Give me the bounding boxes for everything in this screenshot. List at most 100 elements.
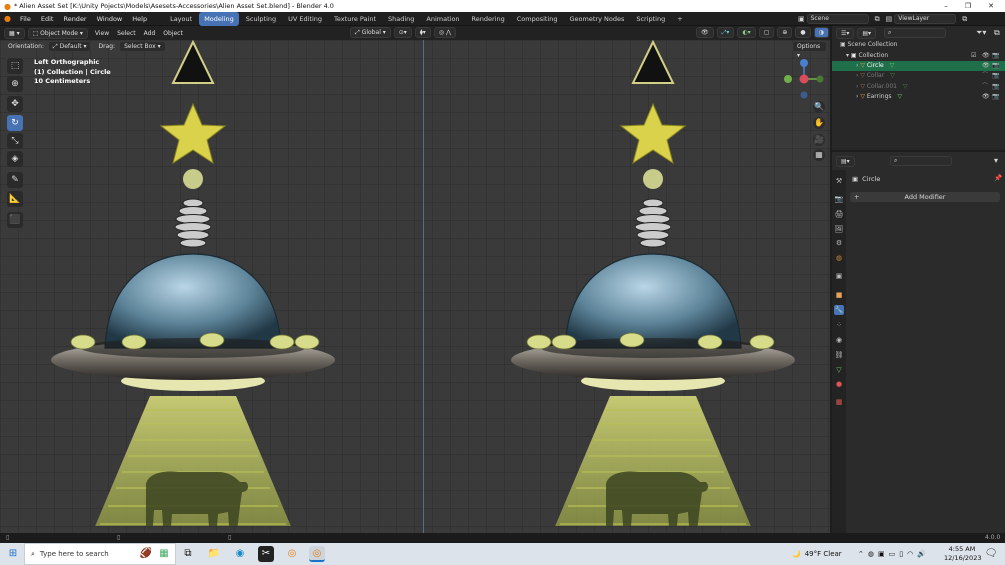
tray-monitor-icon[interactable]: ▭ <box>889 550 896 558</box>
menu-select[interactable]: Select <box>113 28 140 39</box>
menu-render[interactable]: Render <box>58 12 91 26</box>
gizmo-neg-z-axis[interactable] <box>800 91 808 99</box>
ufo-model-right[interactable] <box>510 40 800 526</box>
close-button[interactable]: ✕ <box>980 0 1002 12</box>
shading-material-icon[interactable]: ◑ <box>813 27 829 38</box>
collection-tab-icon[interactable]: ▣ <box>834 271 844 281</box>
menu-file[interactable]: File <box>15 12 36 26</box>
tab-sculpting[interactable]: Sculpting <box>241 12 281 26</box>
minimize-button[interactable]: – <box>935 0 957 12</box>
collection-visibility-icon[interactable]: 👁 <box>982 51 990 61</box>
particles-tab-icon[interactable]: ⁘ <box>834 320 844 330</box>
scene-tab-icon[interactable]: ⚙ <box>834 238 844 248</box>
snap-toggle-icon[interactable]: ⧫▾ <box>414 27 431 38</box>
object-render-icon[interactable]: 📷 <box>992 92 999 102</box>
tray-device-icon[interactable]: ▣ <box>878 550 885 558</box>
tab-animation[interactable]: Animation <box>421 12 464 26</box>
tab-rendering[interactable]: Rendering <box>467 12 510 26</box>
object-hidden-icon[interactable]: ⌒ <box>982 82 988 92</box>
widgets-icon[interactable]: ▦ <box>156 546 172 562</box>
proportional-edit-icon[interactable]: ◎ ⋀ <box>433 27 456 38</box>
modifier-tab-icon[interactable]: 🔧 <box>834 305 844 315</box>
xray-toggle-icon[interactable]: ▢ <box>758 27 775 38</box>
shading-solid-icon[interactable]: ● <box>795 27 811 38</box>
outliner-object-row-collar[interactable]: › ▽ Collar ▽ ⌒ 📷 <box>832 71 1005 81</box>
outliner-object-row-earrings[interactable]: › ▽ Earrings ▽ 👁 📷 <box>832 92 1005 102</box>
file-explorer-icon[interactable]: 📁 <box>206 546 222 562</box>
object-tab-icon[interactable]: ■ <box>834 290 844 300</box>
output-tab-icon[interactable]: 🖨 <box>834 209 844 219</box>
tab-texture-paint[interactable]: Texture Paint <box>329 12 381 26</box>
visibility-filter-icon[interactable]: 👁▾ <box>696 27 714 45</box>
3d-viewport[interactable]: Left Orthographic (1) Collection | Circl… <box>0 40 830 533</box>
material-tab-icon[interactable]: ● <box>834 379 844 389</box>
outliner-editor-type-button[interactable]: ☰▾ <box>836 28 855 39</box>
tab-compositing[interactable]: Compositing <box>512 12 563 26</box>
transform-tool-icon[interactable]: ◈ <box>7 151 23 167</box>
pan-hand-icon[interactable]: ✋ <box>813 117 825 129</box>
menu-object[interactable]: Object <box>159 28 187 39</box>
camera-view-icon[interactable]: 🎥 <box>813 134 825 146</box>
tool-tab-icon[interactable]: ⚒ <box>834 176 844 186</box>
outliner-display-mode-button[interactable]: ▤▾ <box>857 28 877 39</box>
pin-icon[interactable]: 📌 <box>994 174 1002 182</box>
notification-icon[interactable]: 🗨 <box>983 546 999 562</box>
tab-geometry-nodes[interactable]: Geometry Nodes <box>565 12 630 26</box>
object-render-icon[interactable]: 📷 <box>992 61 999 71</box>
editor-type-button[interactable]: ▦ ▾ <box>4 27 25 39</box>
object-render-icon[interactable]: 📷 <box>992 82 999 92</box>
world-tab-icon[interactable]: ◍ <box>834 253 844 263</box>
maximize-button[interactable]: ❐ <box>957 0 979 12</box>
tab-modeling[interactable]: Modeling <box>199 11 239 26</box>
new-scene-icon[interactable]: ⧉ <box>875 15 880 24</box>
render-tab-icon[interactable]: 📷 <box>834 194 844 204</box>
view-layer-tab-icon[interactable]: 🖼 <box>834 224 844 234</box>
outliner-object-row-circle[interactable]: › ▽ Circle ▽ 👁 📷 <box>832 61 1005 71</box>
wifi-icon[interactable]: ◠ <box>907 550 913 558</box>
menu-edit[interactable]: Edit <box>36 12 59 26</box>
measure-tool-icon[interactable]: 📐 <box>7 191 23 207</box>
gizmo-neg-y-axis[interactable] <box>816 75 824 83</box>
properties-options-icon[interactable]: ▾ <box>994 156 998 165</box>
tray-overflow-icon[interactable]: ⌃ <box>858 550 864 558</box>
object-hidden-icon[interactable]: ⌒ <box>982 71 988 81</box>
outliner-scene-collection[interactable]: ▣ Scene Collection <box>832 40 1005 50</box>
blender-menu-icon[interactable]: ● <box>0 14 15 23</box>
ufo-model-left[interactable] <box>50 40 340 526</box>
blender-taskbar-icon[interactable]: ◎ <box>284 546 300 562</box>
rotate-tool-icon[interactable]: ↻ <box>7 115 23 131</box>
texture-tab-icon[interactable]: ▦ <box>834 397 844 407</box>
gizmo-z-axis[interactable] <box>800 59 808 67</box>
windows-start-icon[interactable]: ⊞ <box>5 546 21 562</box>
object-visibility-icon[interactable]: 👁 <box>982 92 990 102</box>
object-render-icon[interactable]: 📷 <box>992 71 999 81</box>
outliner-search-input[interactable]: ⌕ <box>884 28 946 38</box>
perspective-toggle-icon[interactable]: ▦ <box>813 149 825 161</box>
clock[interactable]: 4:55 AM 12/16/2023 <box>944 545 981 563</box>
zoom-icon[interactable]: 🔍 <box>813 101 825 113</box>
add-cube-tool-icon[interactable]: ⬛ <box>7 212 23 228</box>
gizmo-toggle-icon[interactable]: ⤢▾ <box>716 27 735 38</box>
menu-view[interactable]: View <box>91 28 113 39</box>
tab-layout[interactable]: Layout <box>165 12 197 26</box>
annotate-tool-icon[interactable]: ✎ <box>7 172 23 188</box>
app-icon[interactable]: ✂ <box>258 546 274 562</box>
collection-render-icon[interactable]: 📷 <box>992 51 999 61</box>
blender-active-taskbar-icon[interactable]: ◎ <box>309 546 325 562</box>
move-tool-icon[interactable]: ✥ <box>7 96 23 112</box>
tab-scripting[interactable]: Scripting <box>631 12 670 26</box>
menu-add[interactable]: Add <box>140 28 160 39</box>
cursor-tool-icon[interactable]: ⊕ <box>7 76 23 92</box>
pivot-point-button[interactable]: ⊙▾ <box>393 27 412 38</box>
collection-checkbox-icon[interactable]: ☑ <box>971 51 976 61</box>
outliner-object-row-collar-001[interactable]: › ▽ Collar.001 ▽ ⌒ 📷 <box>832 82 1005 92</box>
data-tab-icon[interactable]: ▽ <box>834 365 844 375</box>
transform-orientation-selector[interactable]: ⤢ Global ▾ <box>350 27 391 38</box>
menu-window[interactable]: Window <box>92 12 128 26</box>
tab-uv-editing[interactable]: UV Editing <box>283 12 327 26</box>
constraints-tab-icon[interactable]: ⛓ <box>834 350 844 360</box>
view-layer-selector[interactable]: ViewLayer <box>894 14 957 24</box>
new-collection-icon[interactable]: ⧉ <box>994 28 1000 38</box>
tray-display-icon[interactable]: ▯ <box>899 550 903 558</box>
tab-shading[interactable]: Shading <box>383 12 419 26</box>
